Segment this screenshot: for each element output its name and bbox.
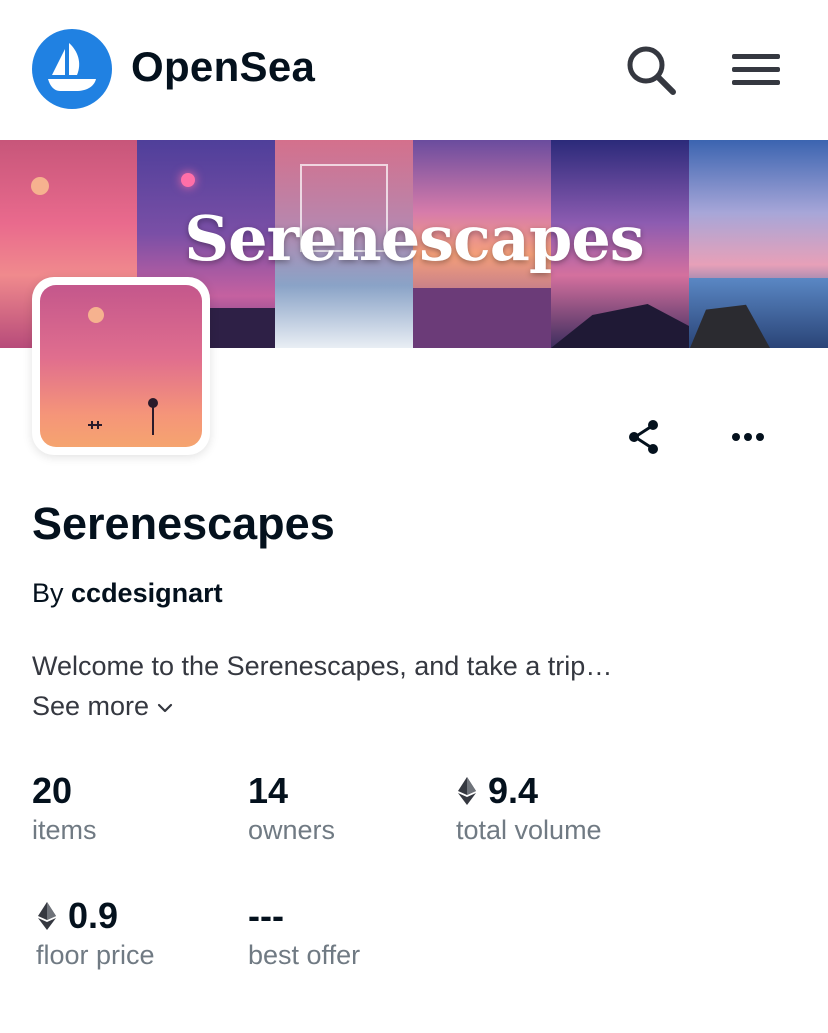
share-icon[interactable]	[624, 417, 664, 457]
see-more-label: See more	[32, 691, 150, 721]
opensea-logo-icon[interactable]	[32, 29, 112, 109]
collection-title: Serenescapes	[32, 498, 335, 549]
landscape-shape	[413, 288, 551, 348]
stat-value: 14	[248, 770, 289, 811]
stat-value-row: 9.4	[456, 771, 602, 811]
stat-owners[interactable]: 14 owners	[248, 771, 335, 846]
stat-value: 20	[32, 770, 73, 811]
more-options-icon[interactable]	[726, 424, 772, 450]
search-icon[interactable]	[624, 44, 678, 96]
top-nav-bar: OpenSea	[0, 0, 828, 140]
stat-floor-price[interactable]: 0.9 floor price	[36, 896, 155, 971]
collection-avatar[interactable]	[32, 277, 210, 455]
brand-name[interactable]: OpenSea	[131, 43, 315, 91]
ethereum-icon	[38, 901, 56, 930]
stat-label: total volume	[456, 814, 602, 845]
hamburger-menu-icon[interactable]	[730, 50, 782, 90]
stat-label: best offer	[248, 939, 361, 970]
stat-value-row: 0.9	[36, 896, 155, 936]
palm-silhouette-icon	[88, 398, 158, 435]
stat-label: items	[32, 814, 97, 845]
see-more-button[interactable]: See more	[32, 691, 173, 722]
stat-value: ---	[248, 895, 284, 936]
stat-total-volume[interactable]: 9.4 total volume	[456, 771, 602, 846]
chevron-down-icon	[157, 703, 173, 713]
avatar-image	[40, 285, 202, 447]
sun-shape	[181, 173, 195, 187]
stat-items[interactable]: 20 items	[32, 771, 97, 846]
sun-shape	[31, 177, 49, 195]
collection-description: Welcome to the Serenescapes, and take a …	[32, 651, 613, 681]
stat-label: floor price	[36, 939, 155, 970]
banner-title: Serenescapes	[184, 202, 644, 275]
stat-label: owners	[248, 814, 336, 845]
stat-best-offer[interactable]: --- best offer	[248, 896, 360, 971]
ethereum-icon	[458, 776, 476, 805]
stat-value: 0.9	[68, 895, 119, 936]
byline-prefix: By	[32, 578, 64, 608]
stat-value: 9.4	[488, 770, 539, 811]
creator-link[interactable]: ccdesignart	[71, 578, 223, 608]
creator-byline: By ccdesignart	[32, 578, 223, 609]
